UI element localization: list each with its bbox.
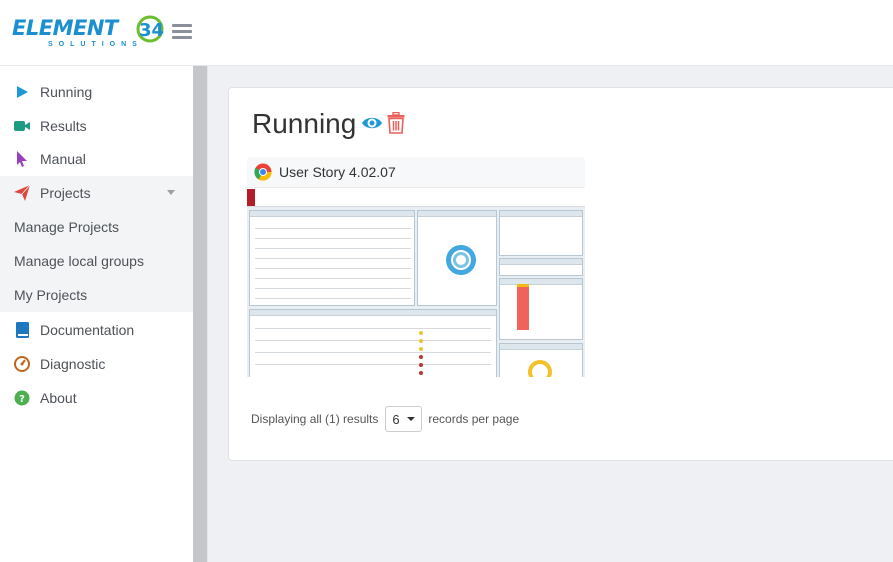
sidebar-resize-handle[interactable] xyxy=(193,66,208,562)
sidebar-item-diagnostic[interactable]: Diagnostic xyxy=(0,348,193,380)
svg-text:?: ? xyxy=(19,394,25,405)
element34-logo[interactable]: ELEMENT 34 SOLUTIONS xyxy=(12,14,170,48)
main-content: Running User Story 4.02.07 Displaying al… xyxy=(208,66,893,562)
caret-down-icon xyxy=(407,417,416,421)
records-per-page-select[interactable]: 6 xyxy=(385,406,423,432)
records-per-page-value: 6 xyxy=(392,411,400,427)
sidebar-item-documentation[interactable]: Documentation xyxy=(0,314,193,346)
video-camera-icon xyxy=(14,118,30,134)
sidebar-item-results[interactable]: Results xyxy=(0,110,193,142)
records-per-page-label: records per page xyxy=(428,412,520,426)
running-card: Running User Story 4.02.07 Displaying al… xyxy=(228,87,893,461)
chrome-browser-icon xyxy=(254,163,272,181)
pointer-icon xyxy=(14,151,30,167)
title-actions xyxy=(361,112,405,134)
trash-icon[interactable] xyxy=(387,112,405,134)
gauge-icon xyxy=(14,356,30,372)
svg-text:ELEMENT: ELEMENT xyxy=(12,16,120,40)
sidebar-item-label: Projects xyxy=(40,185,91,201)
sidebar-item-label: About xyxy=(40,390,77,406)
svg-text:SOLUTIONS: SOLUTIONS xyxy=(48,41,143,48)
sidebar-item-label: Manual xyxy=(40,151,86,167)
sidebar-item-my-projects[interactable]: My Projects xyxy=(0,278,193,312)
paper-plane-icon xyxy=(14,185,30,201)
story-header[interactable]: User Story 4.02.07 xyxy=(247,157,585,187)
sidebar-item-running[interactable]: Running xyxy=(0,76,193,108)
svg-text:34: 34 xyxy=(139,20,164,41)
sidebar-item-label: My Projects xyxy=(14,287,88,303)
story-title: User Story 4.02.07 xyxy=(279,164,396,180)
story-screenshot-thumbnail[interactable] xyxy=(247,187,585,377)
book-icon xyxy=(14,322,30,338)
sidebar-item-about[interactable]: ? About xyxy=(0,382,193,414)
question-circle-icon: ? xyxy=(14,390,30,406)
sidebar-item-label: Documentation xyxy=(40,322,135,338)
sidebar-item-label: Manage local groups xyxy=(14,253,144,269)
top-bar: ELEMENT 34 SOLUTIONS xyxy=(0,0,893,66)
page-title: Running xyxy=(252,108,357,139)
story-card[interactable]: User Story 4.02.07 xyxy=(247,157,585,377)
sidebar-item-label: Running xyxy=(40,84,93,100)
sidebar-item-projects[interactable]: Projects xyxy=(0,176,193,210)
sidebar-item-manage-projects[interactable]: Manage Projects xyxy=(0,210,193,244)
sidebar-item-label: Results xyxy=(40,118,87,134)
sidebar-item-label: Manage Projects xyxy=(14,219,120,235)
results-summary: Displaying all (1) results xyxy=(251,412,379,426)
pagination-bar: Displaying all (1) results 6 records per… xyxy=(251,406,519,432)
hamburger-menu-icon[interactable] xyxy=(172,24,192,40)
sidebar-item-label: Diagnostic xyxy=(40,356,106,372)
chevron-down-icon xyxy=(167,190,175,195)
sidebar: Running Results Manual Projects Manage P… xyxy=(0,66,193,562)
play-icon xyxy=(14,84,30,100)
sidebar-item-manage-local-groups[interactable]: Manage local groups xyxy=(0,244,193,278)
eye-icon[interactable] xyxy=(361,112,383,134)
sidebar-item-manual[interactable]: Manual xyxy=(0,143,193,175)
